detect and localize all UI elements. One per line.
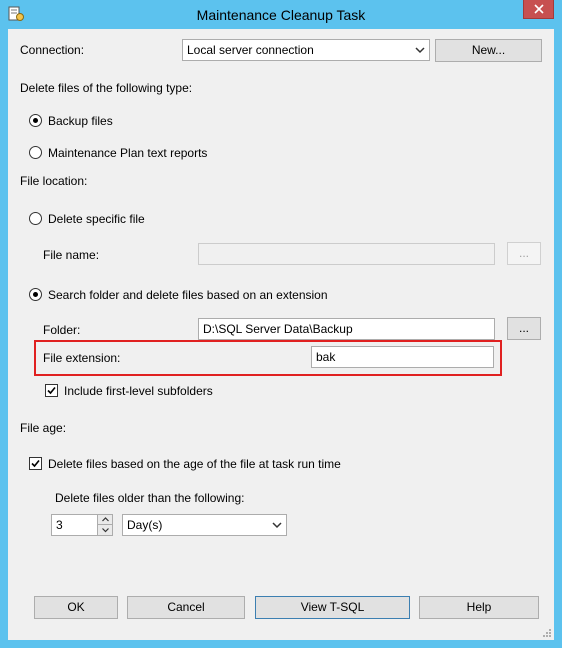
file-extension-label: File extension: xyxy=(43,351,121,365)
file-extension-input[interactable]: bak xyxy=(311,346,494,368)
age-unit-value: Day(s) xyxy=(127,518,163,532)
file-name-browse-button[interactable]: ... xyxy=(507,242,541,265)
help-button[interactable]: Help xyxy=(419,596,539,619)
stepper-up-button[interactable] xyxy=(97,515,112,525)
file-extension-value: bak xyxy=(316,350,336,364)
file-location-heading: File location: xyxy=(20,174,88,188)
view-tsql-button[interactable]: View T-SQL xyxy=(255,596,410,619)
title-bar: Maintenance Cleanup Task xyxy=(0,0,562,29)
backup-files-radio[interactable] xyxy=(29,114,42,127)
checkmark-icon xyxy=(47,386,56,395)
close-icon xyxy=(533,4,544,14)
chevron-down-icon xyxy=(272,522,282,529)
age-amount-value: 3 xyxy=(56,518,63,532)
chevron-down-icon xyxy=(102,528,109,533)
checkmark-icon xyxy=(31,459,40,468)
file-name-label: File name: xyxy=(43,248,100,262)
new-connection-button[interactable]: New... xyxy=(435,39,542,62)
folder-input[interactable]: D:\SQL Server Data\Backup xyxy=(198,318,495,340)
delete-specific-file-label[interactable]: Delete specific file xyxy=(48,212,145,226)
folder-browse-button[interactable]: ... xyxy=(507,317,541,340)
chevron-up-icon xyxy=(102,517,109,522)
search-folder-label[interactable]: Search folder and delete files based on … xyxy=(48,288,328,302)
text-reports-radio[interactable] xyxy=(29,146,42,159)
search-folder-radio[interactable] xyxy=(29,288,42,301)
connection-value: Local server connection xyxy=(187,43,314,57)
delete-specific-file-radio[interactable] xyxy=(29,212,42,225)
text-reports-label[interactable]: Maintenance Plan text reports xyxy=(48,146,207,160)
delete-by-age-checkbox[interactable] xyxy=(29,457,42,470)
stepper-down-button[interactable] xyxy=(97,525,112,535)
file-type-heading: Delete files of the following type: xyxy=(20,81,193,95)
folder-value: D:\SQL Server Data\Backup xyxy=(203,322,353,336)
dialog-body: Connection: Local server connection New.… xyxy=(8,29,554,640)
close-button[interactable] xyxy=(523,0,554,19)
connection-label: Connection: xyxy=(20,43,85,57)
file-name-input[interactable] xyxy=(198,243,495,265)
older-than-label: Delete files older than the following: xyxy=(55,491,245,505)
delete-by-age-label[interactable]: Delete files based on the age of the fil… xyxy=(48,457,341,471)
folder-label: Folder: xyxy=(43,323,81,337)
window-title: Maintenance Cleanup Task xyxy=(196,7,366,23)
connection-select[interactable]: Local server connection xyxy=(182,39,430,61)
file-age-heading: File age: xyxy=(20,421,67,435)
include-subfolders-label[interactable]: Include first-level subfolders xyxy=(64,384,213,398)
ok-button[interactable]: OK xyxy=(34,596,118,619)
chevron-down-icon xyxy=(415,47,425,54)
cancel-button[interactable]: Cancel xyxy=(127,596,245,619)
include-subfolders-checkbox[interactable] xyxy=(45,384,58,397)
age-amount-stepper[interactable]: 3 xyxy=(51,514,113,536)
backup-files-label[interactable]: Backup files xyxy=(48,114,113,128)
age-unit-select[interactable]: Day(s) xyxy=(122,514,287,536)
resize-grip-icon[interactable] xyxy=(542,628,552,638)
